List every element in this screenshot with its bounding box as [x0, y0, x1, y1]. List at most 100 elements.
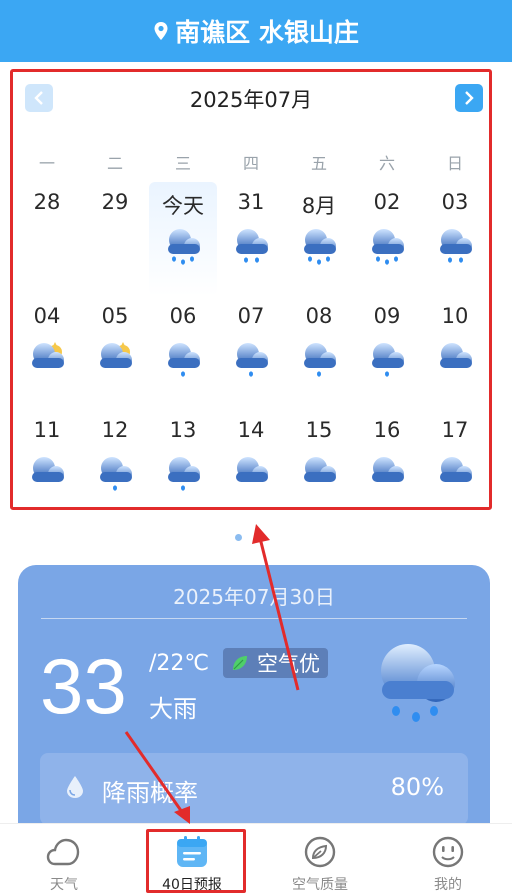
tab-weather[interactable]: 天气	[0, 824, 128, 896]
day-label: 16	[373, 418, 401, 442]
next-month-button[interactable]	[455, 84, 483, 112]
rain-probability-value: 80%	[390, 773, 444, 801]
weekday-label: 四	[242, 154, 259, 173]
day-label: 02	[373, 190, 401, 214]
tab-air-quality[interactable]: 空气质量	[256, 824, 384, 896]
day-label: 08	[305, 304, 333, 328]
tab-highlight-box	[146, 829, 246, 893]
calendar-day[interactable]: 13	[149, 410, 217, 524]
location-pin-icon	[154, 22, 168, 40]
partly-cloudy-icon	[29, 340, 67, 380]
cloudy-icon	[29, 454, 67, 494]
calendar-day[interactable]: 06	[149, 296, 217, 410]
tab-label: 我的	[434, 877, 462, 893]
calendar-day[interactable]: 02	[353, 182, 421, 296]
day-label: 今天	[162, 194, 204, 218]
day-label: 8月	[301, 194, 337, 218]
tab-label: 空气质量	[292, 877, 348, 893]
raindrop-icon	[67, 776, 83, 798]
leaf-icon	[304, 836, 336, 868]
day-label: 06	[169, 304, 197, 328]
weather-description: 大雨	[149, 695, 197, 723]
calendar-week-row: 04 05 06 07 08 09 10	[13, 296, 489, 410]
heavy-rain-icon	[381, 644, 455, 722]
calendar-day[interactable]: 03	[421, 182, 489, 296]
calendar-day-today[interactable]: 今天	[149, 182, 217, 296]
calendar-day[interactable]: 16	[353, 410, 421, 524]
day-label: 29	[101, 190, 129, 214]
location-header[interactable]: 南谯区 水银山庄	[0, 0, 512, 62]
heavy-rain-icon	[165, 226, 203, 266]
weekday-label: 日	[446, 154, 463, 173]
day-label: 14	[237, 418, 265, 442]
calendar-day[interactable]: 12	[81, 410, 149, 524]
calendar-day[interactable]: 17	[421, 410, 489, 524]
tab-label: 天气	[50, 877, 78, 893]
calendar-day[interactable]: 15	[285, 410, 353, 524]
air-quality-badge[interactable]: 空气优	[223, 648, 328, 678]
weekday-label: 五	[310, 154, 327, 173]
weekday-label: 二	[106, 154, 123, 173]
calendar-day[interactable]: 31	[217, 182, 285, 296]
light-rain-icon	[97, 454, 135, 494]
cloudy-icon	[301, 454, 339, 494]
day-label: 07	[237, 304, 265, 328]
calendar-day[interactable]: 8月	[285, 182, 353, 296]
divider	[41, 618, 467, 619]
light-rain-icon	[301, 340, 339, 380]
calendar-week-row: 28 29 今天 31 8月 02 03	[13, 182, 489, 296]
cloud-icon	[46, 838, 80, 866]
calendar-day[interactable]: 05	[81, 296, 149, 410]
rain-probability-row: 降雨概率 80%	[40, 753, 468, 825]
weekday-label: 一	[38, 154, 55, 173]
weekday-label: 六	[378, 154, 395, 173]
day-label: 09	[373, 304, 401, 328]
weekday-header: 一 二 三 四 五 六 日	[13, 150, 489, 174]
calendar-day[interactable]: 09	[353, 296, 421, 410]
day-label: 28	[33, 190, 61, 214]
tab-profile[interactable]: 我的	[384, 824, 512, 896]
rain-icon	[437, 226, 475, 266]
calendar-day[interactable]: 28	[13, 182, 81, 296]
day-label: 15	[305, 418, 333, 442]
day-label: 13	[169, 418, 197, 442]
arrow-head	[252, 524, 270, 544]
calendar-panel: 2025年07月 一 二 三 四 五 六 日 28 29 今天 31 8月 02 03 04 0…	[10, 69, 492, 510]
low-temperature: /22℃	[149, 651, 210, 676]
calendar-day[interactable]: 04	[13, 296, 81, 410]
calendar-day[interactable]: 08	[285, 296, 353, 410]
leaf-icon	[233, 656, 247, 670]
calendar-day[interactable]: 11	[13, 410, 81, 524]
page-indicator	[235, 534, 242, 541]
chevron-right-icon	[465, 91, 474, 105]
current-temperature: 33	[40, 642, 127, 730]
light-rain-icon	[369, 340, 407, 380]
day-label: 03	[441, 190, 469, 214]
calendar-day[interactable]: 10	[421, 296, 489, 410]
rain-icon	[233, 226, 271, 266]
calendar-week-row: 11 12 13 14 15 16 17	[13, 410, 489, 524]
location-title: 南谯区 水银山庄	[175, 18, 359, 47]
cloudy-icon	[233, 454, 271, 494]
card-date: 2025年07月30日	[173, 585, 335, 609]
day-label: 17	[441, 418, 469, 442]
day-label: 11	[33, 418, 61, 442]
calendar-day[interactable]: 07	[217, 296, 285, 410]
today-weather-card[interactable]: 2025年07月30日 33 /22℃ 空气优 大雨 降雨概率 80%	[18, 565, 490, 845]
light-rain-icon	[165, 340, 203, 380]
heavy-rain-icon	[369, 226, 407, 266]
light-rain-icon	[233, 340, 271, 380]
cloudy-icon	[437, 454, 475, 494]
heavy-rain-icon	[301, 226, 339, 266]
light-rain-icon	[165, 454, 203, 494]
cloudy-icon	[369, 454, 407, 494]
day-label: 04	[33, 304, 61, 328]
weekday-label: 三	[174, 154, 191, 173]
month-title: 2025年07月	[189, 88, 313, 112]
calendar-day[interactable]: 14	[217, 410, 285, 524]
cloudy-icon	[437, 340, 475, 380]
bottom-tab-bar: 天气 40日预报 空气质量 我的	[0, 823, 512, 895]
calendar-grid: 28 29 今天 31 8月 02 03 04 05 06 07 08 09 10 11 12 13 14 15 16…	[13, 182, 489, 524]
rain-probability-label: 降雨概率	[102, 779, 198, 807]
calendar-day[interactable]: 29	[81, 182, 149, 296]
